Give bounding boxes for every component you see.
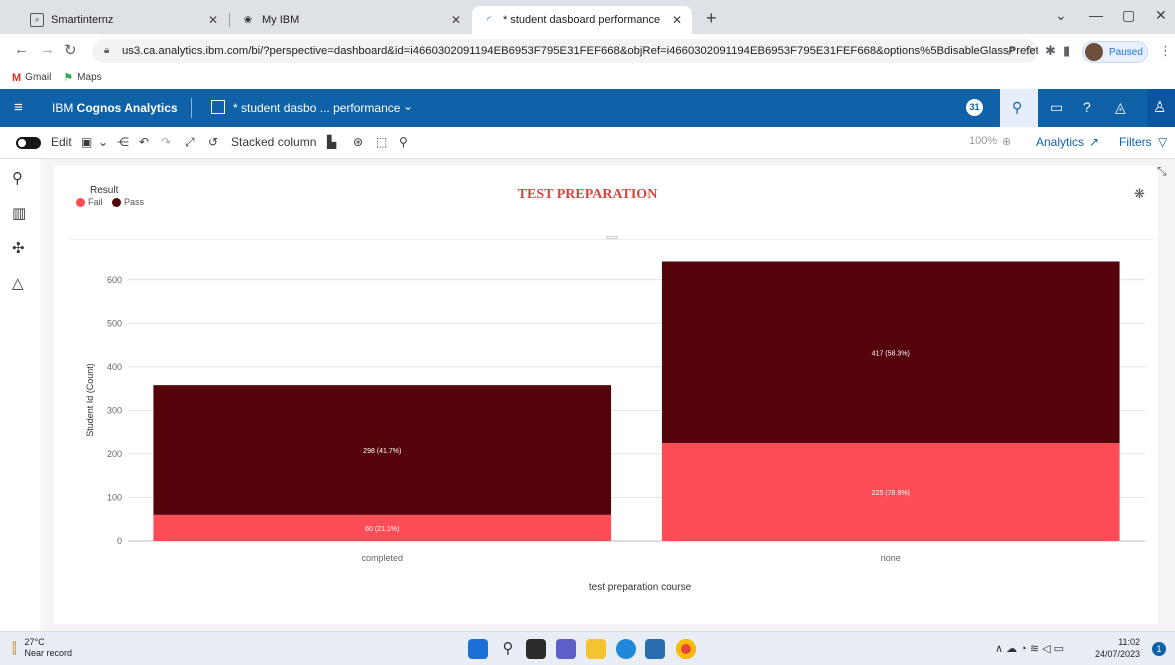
chrome-icon[interactable] [676, 639, 696, 659]
system-clock[interactable]: 11:02 24/07/2023 [1095, 636, 1140, 660]
data-label: 298 (41.7%) [363, 448, 401, 455]
thermometer-icon: ⫿ [12, 639, 17, 656]
notification-count-badge[interactable]: 1 [1152, 642, 1166, 656]
stacked-column-chart: 0 100 200 300 400 500 600 60 (21.1%) 298 (41.7%)… [107, 261, 1145, 563]
data-label: 225 (78.9%) [872, 490, 910, 497]
y-tick-label: 500 [107, 318, 122, 328]
y-tick-label: 400 [107, 362, 122, 372]
y-tick-label: 300 [107, 405, 122, 415]
windows-start-icon[interactable] [468, 639, 488, 659]
clock-time: 11:02 [1118, 637, 1141, 647]
system-tray-icons[interactable]: ∧ ☁ ◔ ≋ ◁ ▭ [995, 642, 1064, 655]
data-label: 60 (21.1%) [365, 526, 399, 533]
file-explorer-icon[interactable] [586, 639, 606, 659]
task-view-icon[interactable] [526, 639, 546, 659]
y-tick-label: 600 [107, 275, 122, 285]
y-tick-label: 100 [107, 492, 122, 502]
edge-icon[interactable] [616, 639, 636, 659]
teams-chat-icon[interactable] [556, 639, 576, 659]
windows-taskbar: ⫿ 27°C Near record ⚲ ∧ ☁ ◔ ≋ ◁ ▭ 11:02 2… [0, 631, 1175, 665]
weather-note: Near record [24, 648, 73, 658]
clock-date: 24/07/2023 [1095, 649, 1141, 659]
y-tick-label: 0 [117, 536, 122, 546]
y-tick-label: 200 [107, 449, 122, 459]
store-icon[interactable] [645, 639, 665, 659]
search-icon[interactable]: ⚲ [498, 639, 518, 659]
x-tick-label: completed [361, 553, 403, 563]
weather-widget[interactable]: ⫿ 27°C Near record [12, 637, 72, 659]
temperature: 27°C [24, 637, 45, 647]
data-label: 417 (58.3%) [872, 350, 910, 357]
x-tick-label: none [881, 553, 901, 563]
